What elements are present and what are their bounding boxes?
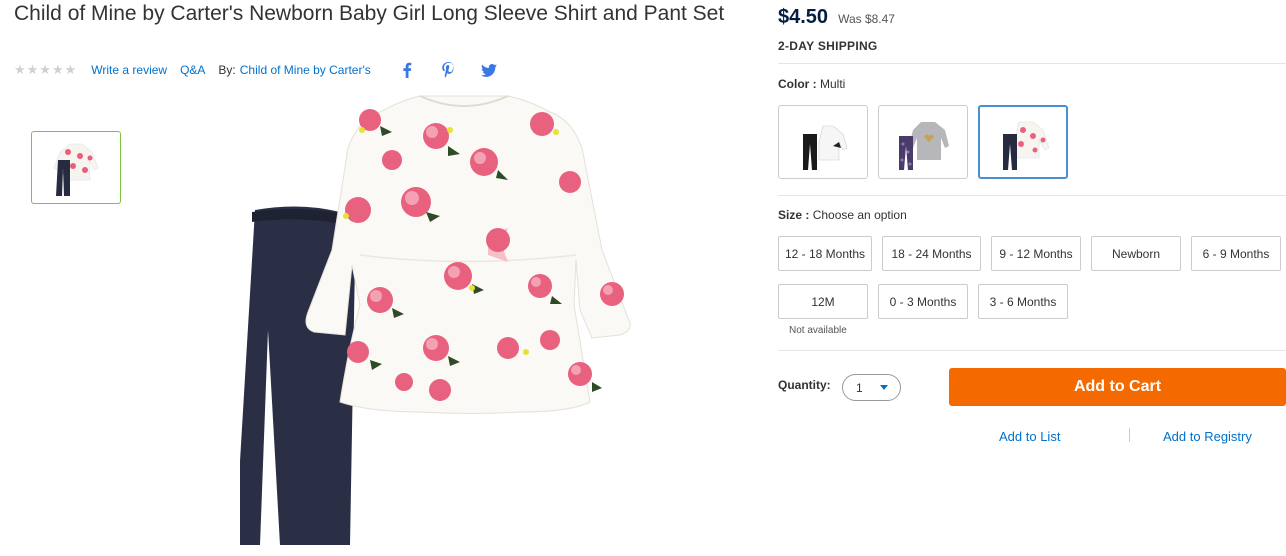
color-label: Color : Multi <box>778 77 845 91</box>
twitter-icon[interactable] <box>469 63 510 77</box>
color-swatch-gray-heart[interactable] <box>878 105 968 179</box>
current-price: $4.50 <box>778 6 829 28</box>
outfit-main-image <box>235 95 631 545</box>
add-to-list-link[interactable]: Add to List <box>999 429 1060 444</box>
quantity-label: Quantity: <box>778 378 831 392</box>
floral-set-image <box>1003 121 1050 170</box>
size-label-text: Size : <box>778 208 810 222</box>
facebook-icon[interactable] <box>387 62 428 78</box>
chevron-down-icon <box>880 385 888 390</box>
pinterest-icon[interactable] <box>428 62 469 78</box>
size-option-3-6-months[interactable]: 3 - 6 Months <box>978 284 1068 319</box>
divider <box>778 63 1286 64</box>
qa-link[interactable]: Q&A <box>180 63 205 77</box>
add-to-cart-button[interactable]: Add to Cart <box>949 368 1286 406</box>
size-option-newborn[interactable]: Newborn <box>1091 236 1181 271</box>
quantity-select[interactable]: 1 <box>842 374 901 401</box>
color-value: Multi <box>820 77 846 91</box>
size-option-12-18-months[interactable]: 12 - 18 Months <box>778 236 872 271</box>
product-meta-row: ★★★★★ Write a review Q&A By: Child of Mi… <box>14 60 510 80</box>
add-to-registry-link[interactable]: Add to Registry <box>1163 429 1252 444</box>
size-option-9-12-months[interactable]: 9 - 12 Months <box>991 236 1081 271</box>
not-available-note: Not available <box>789 325 847 336</box>
color-swatch-floral-selected[interactable] <box>978 105 1068 179</box>
divider <box>778 195 1286 196</box>
size-value: Choose an option <box>812 208 907 222</box>
white-floral-set-image <box>803 125 848 170</box>
outfit-thumbnail-image <box>53 143 99 196</box>
size-option-0-3-months[interactable]: 0 - 3 Months <box>878 284 968 319</box>
shipping-badge: 2-DAY SHIPPING <box>778 39 878 53</box>
write-review-link[interactable]: Write a review <box>91 63 167 77</box>
gray-heart-set-image <box>899 122 949 170</box>
rating-stars[interactable]: ★★★★★ <box>14 62 77 78</box>
brand-link[interactable]: Child of Mine by Carter's <box>240 63 371 77</box>
color-swatch-white-floral[interactable] <box>778 105 868 179</box>
by-label: By: <box>218 63 236 77</box>
product-thumbnail[interactable] <box>31 131 121 204</box>
social-share <box>387 62 510 78</box>
link-separator <box>1129 428 1130 442</box>
size-option-6-9-months[interactable]: 6 - 9 Months <box>1191 236 1281 271</box>
product-title: Child of Mine by Carter's Newborn Baby G… <box>14 2 725 25</box>
quantity-value: 1 <box>856 380 863 395</box>
product-main-image[interactable] <box>235 90 660 550</box>
divider <box>778 350 1286 351</box>
size-option-12m[interactable]: 12M <box>778 284 868 319</box>
color-label-text: Color : <box>778 77 817 91</box>
size-label: Size : Choose an option <box>778 208 907 222</box>
price-row: $4.50 Was $8.47 <box>778 6 895 29</box>
was-price: Was $8.47 <box>838 12 895 26</box>
size-option-18-24-months[interactable]: 18 - 24 Months <box>882 236 981 271</box>
